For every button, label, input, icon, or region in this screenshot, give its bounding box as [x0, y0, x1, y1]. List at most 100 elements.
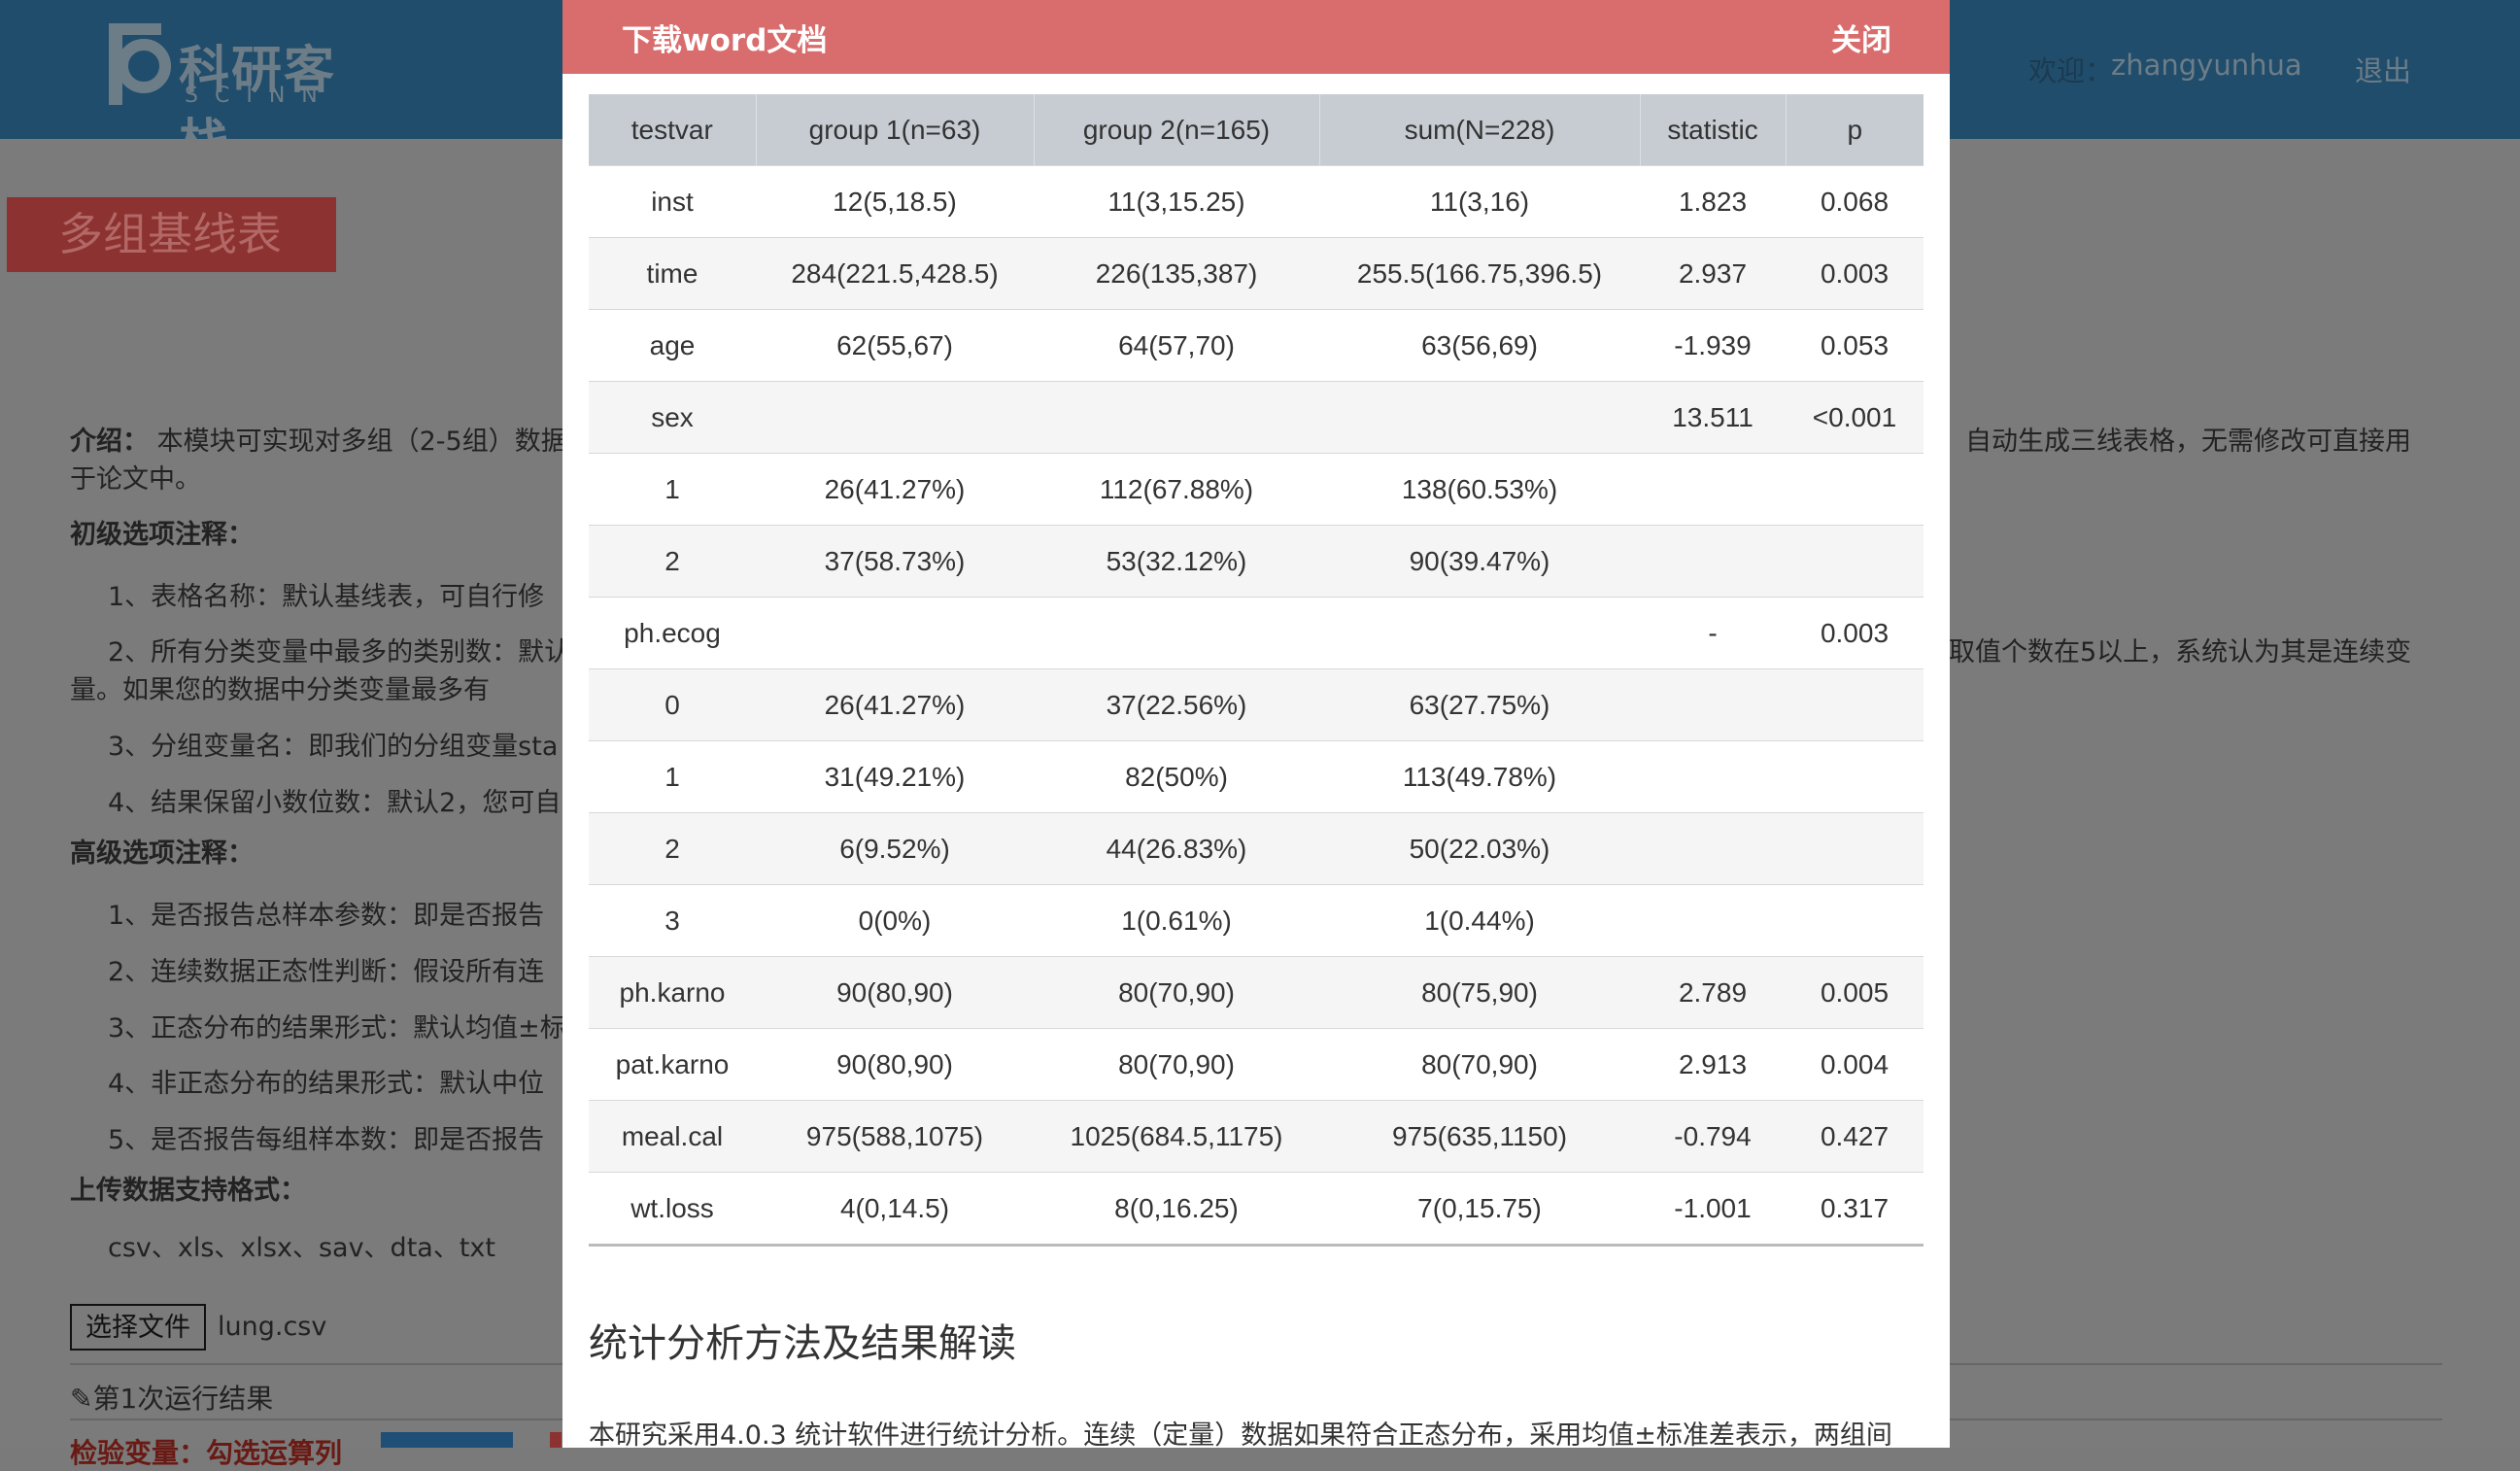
table-row: 1 31(49.21%) 82(50%) 113(49.78%)	[589, 740, 1924, 813]
table-cell: 37(22.56%)	[1034, 668, 1319, 741]
basic-item-tail: 取值个数在5以上，系统认为其是连续变	[1949, 637, 2412, 667]
intro-paragraph: 介绍： 本模块可实现对多组（2-5组）数据	[70, 420, 567, 458]
table-cell: 44(26.83%)	[1034, 812, 1319, 885]
table-cell: -1.001	[1640, 1172, 1786, 1247]
table-cell: 3	[589, 884, 756, 957]
table-cell	[1319, 381, 1640, 454]
advanced-options-heading: 高级选项注释：	[70, 838, 254, 869]
table-cell: wt.loss	[589, 1172, 756, 1247]
table-cell: 80(75,90)	[1319, 956, 1640, 1029]
table-cell: 0.003	[1786, 237, 1924, 310]
table-cell: 26(41.27%)	[756, 453, 1034, 526]
table-row: age 62(55,67) 64(57,70) 63(56,69) -1.939 0.05…	[589, 309, 1924, 382]
intro-text: 本模块可实现对多组（2-5组）数据	[156, 427, 567, 457]
table-cell: 2	[589, 812, 756, 885]
table-row: inst 12(5,18.5) 11(3,15.25) 11(3,16) 1.823 0.…	[589, 165, 1924, 238]
username-link[interactable]: zhangyunhua	[2111, 49, 2302, 82]
table-cell: 4(0,14.5)	[756, 1172, 1034, 1247]
analysis-section-title: 统计分析方法及结果解读	[589, 1321, 1016, 1366]
table-cell: age	[589, 309, 756, 382]
table-cell	[756, 381, 1034, 454]
table-cell: 31(49.21%)	[756, 740, 1034, 813]
table-cell: <0.001	[1786, 381, 1924, 454]
table-cell: 0.317	[1786, 1172, 1924, 1247]
logout-link[interactable]: 退出	[2355, 49, 2411, 89]
table-cell: 0.053	[1786, 309, 1924, 382]
table-cell: 1	[589, 453, 756, 526]
table-cell: 62(55,67)	[756, 309, 1034, 382]
table-row: wt.loss 4(0,14.5) 8(0,16.25) 7(0,15.75) -1.0…	[589, 1172, 1924, 1247]
table-cell: 6(9.52%)	[756, 812, 1034, 885]
table-row: time 284(221.5,428.5) 226(135,387) 255.5(16…	[589, 237, 1924, 310]
table-row: 2 37(58.73%) 53(32.12%) 90(39.47%)	[589, 525, 1924, 598]
column-header: p	[1786, 94, 1924, 166]
basic-item: 1、表格名称：默认基线表，可自行修	[108, 582, 545, 612]
table-row: ph.ecog -0.003	[589, 597, 1924, 669]
table-cell: 1(0.44%)	[1319, 884, 1640, 957]
select-all-button[interactable]	[381, 1432, 513, 1448]
download-word-button[interactable]: 下载word文档	[622, 16, 827, 59]
pencil-icon: ✎	[70, 1383, 93, 1415]
table-header-row: testvar group 1(n=63) group 2(n=165) sum…	[589, 94, 1924, 166]
table-cell	[1786, 525, 1924, 598]
table-cell: 0(0%)	[756, 884, 1034, 957]
table-cell: 255.5(166.75,396.5)	[1319, 237, 1640, 310]
table-cell: 1.823	[1640, 165, 1786, 238]
table-cell: 226(135,387)	[1034, 237, 1319, 310]
table-cell: time	[589, 237, 756, 310]
column-header: testvar	[589, 94, 757, 166]
table-cell: ph.ecog	[589, 597, 756, 669]
table-cell: -0.794	[1640, 1100, 1786, 1173]
table-row: pat.karno 90(80,90) 80(70,90) 80(70,90) 2.91…	[589, 1028, 1924, 1101]
table-cell: 82(50%)	[1034, 740, 1319, 813]
table-cell	[1786, 740, 1924, 813]
selected-file-name: lung.csv	[218, 1312, 327, 1342]
column-header: statistic	[1640, 94, 1787, 166]
table-cell	[1640, 668, 1786, 741]
table-cell: 53(32.12%)	[1034, 525, 1319, 598]
run-result-heading: ✎第1次运行结果	[70, 1378, 273, 1417]
table-cell	[1640, 740, 1786, 813]
page-title: 多组基线表	[7, 197, 336, 272]
table-cell: 0.003	[1786, 597, 1924, 669]
intro-text-tail: 自动生成三线表格，无需修改可直接用	[1965, 427, 2411, 457]
table-cell: pat.karno	[589, 1028, 756, 1101]
table-row: sex 13.511 <0.001	[589, 381, 1924, 454]
column-header: sum(N=228)	[1319, 94, 1641, 166]
table-cell: 113(49.78%)	[1319, 740, 1640, 813]
table-cell: ph.karno	[589, 956, 756, 1029]
table-cell: 2	[589, 525, 756, 598]
table-cell: 11(3,16)	[1319, 165, 1640, 238]
upload-formats: csv、xls、xlsx、sav、dta、txt	[108, 1233, 495, 1263]
analysis-section-text: 本研究采用4.0.3 统计软件进行统计分析。连续（定量）数据如果符合正态分布，采…	[589, 1420, 1892, 1448]
table-cell: 90(80,90)	[756, 956, 1034, 1029]
choose-file-button[interactable]: 选择文件	[70, 1304, 206, 1351]
table-cell: 1(0.61%)	[1034, 884, 1319, 957]
close-button[interactable]: 关闭	[1831, 16, 1891, 59]
deselect-button[interactable]	[550, 1432, 562, 1448]
site-logo[interactable]: 科研客栈 SCINN	[103, 17, 375, 173]
table-cell: 284(221.5,428.5)	[756, 237, 1034, 310]
baseline-table: testvar group 1(n=63) group 2(n=165) sum…	[589, 94, 1924, 1247]
table-cell: 13.511	[1640, 381, 1786, 454]
table-cell: 112(67.88%)	[1034, 453, 1319, 526]
table-cell: 0.005	[1786, 956, 1924, 1029]
run-result-label: 第1次运行结果	[92, 1383, 274, 1415]
table-cell	[1786, 884, 1924, 957]
table-cell	[1640, 884, 1786, 957]
table-cell: 138(60.53%)	[1319, 453, 1640, 526]
table-cell: 8(0,16.25)	[1034, 1172, 1319, 1247]
table-cell	[1640, 812, 1786, 885]
table-cell	[1034, 381, 1319, 454]
table-cell	[1319, 597, 1640, 669]
basic-item-line2: 量。如果您的数据中分类变量最多有	[70, 675, 490, 705]
column-header: group 2(n=165)	[1034, 94, 1320, 166]
table-row: meal.cal 975(588,1075) 1025(684.5,1175) 975…	[589, 1100, 1924, 1173]
advanced-item: 1、是否报告总样本参数：即是否报告	[108, 901, 545, 931]
table-cell: 1025(684.5,1175)	[1034, 1100, 1319, 1173]
table-cell: 2.789	[1640, 956, 1786, 1029]
table-row: 1 26(41.27%) 112(67.88%) 138(60.53%)	[589, 453, 1924, 526]
table-cell	[1640, 453, 1786, 526]
table-cell: 80(70,90)	[1034, 1028, 1319, 1101]
download-word-modal: 下载word文档 关闭 testvar group 1(n=63) group …	[562, 0, 1950, 1448]
